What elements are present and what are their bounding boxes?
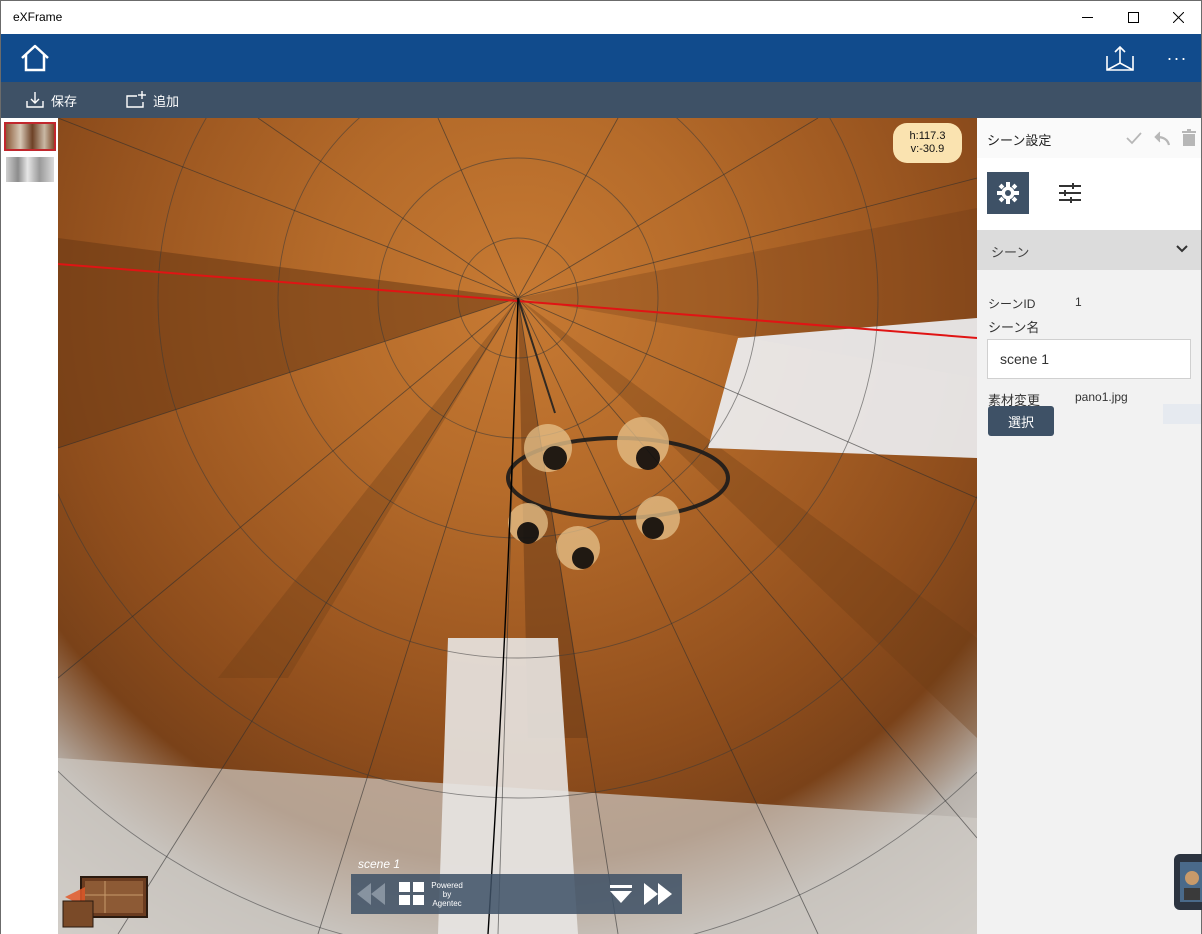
share-button[interactable] bbox=[1102, 34, 1138, 82]
powered-line-3: Agentec bbox=[432, 898, 462, 908]
scene-name-value: scene 1 bbox=[1000, 351, 1050, 367]
scene-name-label: シーン名 bbox=[988, 320, 1040, 335]
toolbar: 保存 追加 bbox=[1, 82, 1201, 118]
close-icon bbox=[1172, 12, 1184, 23]
horizontal-angle: h:117.3 bbox=[909, 130, 946, 142]
avatar bbox=[1180, 862, 1202, 902]
section-label: シーン bbox=[991, 245, 1030, 260]
panel-tabs bbox=[977, 158, 1201, 230]
powered-line-2: by bbox=[442, 889, 452, 899]
more-icon: ··· bbox=[1166, 47, 1188, 68]
minimize-button[interactable] bbox=[1064, 1, 1110, 34]
panel-header: シーン設定 bbox=[977, 118, 1201, 158]
app-window: eXFrame ··· 保存 追加 h:117.3 v:-30.9 scene … bbox=[0, 0, 1202, 934]
select-material-button[interactable]: 選択 bbox=[988, 406, 1054, 436]
scene-id-label: シーンID bbox=[988, 297, 1036, 311]
rewind-icon bbox=[357, 883, 385, 905]
tab-adjustments[interactable] bbox=[1049, 172, 1091, 214]
home-icon bbox=[21, 44, 49, 72]
app-header: ··· bbox=[1, 34, 1201, 82]
home-button[interactable] bbox=[17, 34, 53, 82]
scene-thumbnail-2[interactable] bbox=[6, 157, 54, 182]
floor-map-icon bbox=[62, 876, 148, 928]
scene-id-value: 1 bbox=[1075, 295, 1082, 309]
scene-section-header[interactable]: シーン bbox=[977, 230, 1201, 270]
scene-grid-button[interactable] bbox=[399, 874, 425, 914]
next-scene-button[interactable] bbox=[644, 874, 674, 914]
scene-thumbnail-1[interactable] bbox=[4, 122, 56, 151]
select-label: 選択 bbox=[1007, 414, 1034, 430]
material-preview-chip bbox=[1163, 404, 1201, 424]
material-filename: pano1.jpg bbox=[1075, 390, 1128, 404]
viewer-control-bar: Powered by Agentec bbox=[351, 874, 682, 914]
panel-title: シーン設定 bbox=[987, 133, 1052, 148]
window-title: eXFrame bbox=[13, 10, 63, 24]
view-coordinates-badge: h:117.3 v:-30.9 bbox=[893, 123, 962, 163]
undo-icon[interactable] bbox=[1153, 129, 1171, 147]
powered-line-1: Powered bbox=[431, 880, 463, 890]
share-icon bbox=[1106, 45, 1134, 71]
add-scene-icon bbox=[126, 91, 146, 108]
scene-name-input[interactable]: scene 1 bbox=[987, 339, 1191, 379]
powered-by-agentec: Powered by Agentec bbox=[429, 874, 465, 914]
add-label: 追加 bbox=[153, 93, 180, 109]
floating-avatar-card[interactable] bbox=[1174, 854, 1202, 910]
more-button[interactable]: ··· bbox=[1161, 34, 1193, 82]
floor-map-thumbnail[interactable] bbox=[61, 873, 149, 929]
grid-icon bbox=[399, 882, 424, 905]
panorama-grid-overlay bbox=[58, 118, 977, 934]
scene-settings-panel: シーン設定 シーン シーンID 1 シーン名 scene 1 素材変更 pano… bbox=[977, 118, 1201, 934]
maximize-button[interactable] bbox=[1110, 1, 1156, 34]
minimize-icon bbox=[1081, 17, 1093, 18]
tab-settings[interactable] bbox=[987, 172, 1029, 214]
scene-thumbnail-list bbox=[1, 118, 58, 934]
download-icon bbox=[26, 92, 44, 108]
sliders-icon bbox=[1059, 183, 1081, 203]
maximize-icon bbox=[1127, 12, 1139, 23]
close-button[interactable] bbox=[1155, 1, 1201, 34]
fast-forward-icon bbox=[644, 883, 672, 905]
dropdown-menu-button[interactable] bbox=[609, 874, 633, 914]
gear-icon bbox=[997, 182, 1019, 204]
chevron-down-icon bbox=[1176, 245, 1188, 253]
scene-caption: scene 1 bbox=[358, 857, 401, 871]
title-bar: eXFrame bbox=[1, 1, 1201, 34]
add-button[interactable]: 追加 bbox=[125, 82, 179, 118]
panorama-viewer[interactable]: h:117.3 v:-30.9 scene 1 Powered by Agent… bbox=[58, 118, 977, 934]
save-label: 保存 bbox=[51, 93, 78, 109]
save-button[interactable]: 保存 bbox=[25, 82, 77, 118]
dropdown-triangle-icon bbox=[610, 885, 632, 903]
confirm-check-icon[interactable] bbox=[1125, 129, 1143, 147]
vertical-angle: v:-30.9 bbox=[910, 143, 945, 155]
trash-icon[interactable] bbox=[1180, 129, 1198, 147]
previous-scene-button[interactable] bbox=[357, 874, 387, 914]
